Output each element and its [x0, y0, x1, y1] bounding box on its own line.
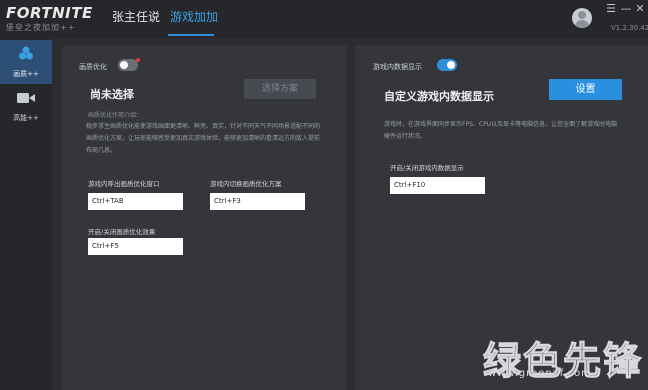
hotkey-open-window-input[interactable]: Ctrl+TAB: [88, 193, 183, 210]
data-display-toggle[interactable]: [437, 59, 457, 71]
sidebar-item-label: 高能++: [13, 114, 39, 122]
toggle-knob: [447, 61, 455, 69]
palette-icon: [19, 46, 33, 60]
intro-text: 稳步求生画质优化能使游戏画面更清晰、鲜亮、真实，针对不同天气不同场景适配不同的画…: [86, 123, 321, 154]
sidebar-item-label: 画质++: [13, 70, 39, 78]
hotkey-switch-plan-input[interactable]: Ctrl+F3: [210, 193, 305, 210]
data-toggle-label: 游戏内数据显示: [373, 63, 422, 71]
active-tab-indicator: [168, 34, 214, 36]
watermark-url: www.greenxf.com: [488, 368, 592, 379]
sidebar-item-gaoneng[interactable]: 高能++: [0, 84, 52, 128]
app-logo: FORTNITE 堡垒之夜加加++: [6, 4, 92, 34]
field-label-data-toggle: 开启/关闭游戏内数据显示: [390, 164, 464, 172]
field-label-switch-plan: 游戏内切换画质优化方案: [210, 180, 282, 188]
field-label-open-window: 游戏内呼出画质优化窗口: [88, 180, 160, 188]
data-display-info: 游戏时，在游戏界面同步显示FPS、CPU以及显卡等电脑信息，让您全面了解游戏时电…: [384, 121, 618, 140]
logo-subtitle: 堡垒之夜加加++: [6, 23, 76, 32]
close-icon[interactable]: ✕: [633, 2, 647, 16]
quality-toggle-label: 画质优化: [79, 63, 107, 71]
top-bar: [0, 0, 648, 38]
version-label: V1.2.30.42: [611, 24, 648, 32]
video-camera-icon: [17, 93, 35, 103]
menu-icon[interactable]: ☰: [604, 2, 618, 16]
data-display-heading: 自定义游戏内数据显示: [384, 90, 494, 103]
tab-zhang-zhuren-shuo[interactable]: 张主任说: [112, 8, 160, 38]
minimize-icon[interactable]: —: [619, 2, 633, 16]
hotkey-data-toggle-input[interactable]: Ctrl+F10: [390, 177, 485, 194]
quality-toggle[interactable]: [118, 59, 138, 71]
quality-status-heading: 尚未选择: [90, 88, 134, 101]
intro-title: 画质优化作用介绍：: [88, 112, 143, 119]
sidebar-item-huazhi[interactable]: 画质++: [0, 40, 52, 84]
logo-title: FORTNITE: [6, 4, 93, 22]
user-avatar[interactable]: [572, 8, 592, 28]
notification-dot: [136, 58, 140, 62]
settings-button[interactable]: 设置: [549, 79, 622, 100]
toggle-knob: [120, 61, 128, 69]
field-label-toggle-effect: 开启/关闭画质优化效果: [88, 228, 156, 236]
select-plan-button[interactable]: 选择方案: [244, 79, 316, 99]
hotkey-toggle-effect-input[interactable]: Ctrl+F5: [88, 238, 183, 255]
